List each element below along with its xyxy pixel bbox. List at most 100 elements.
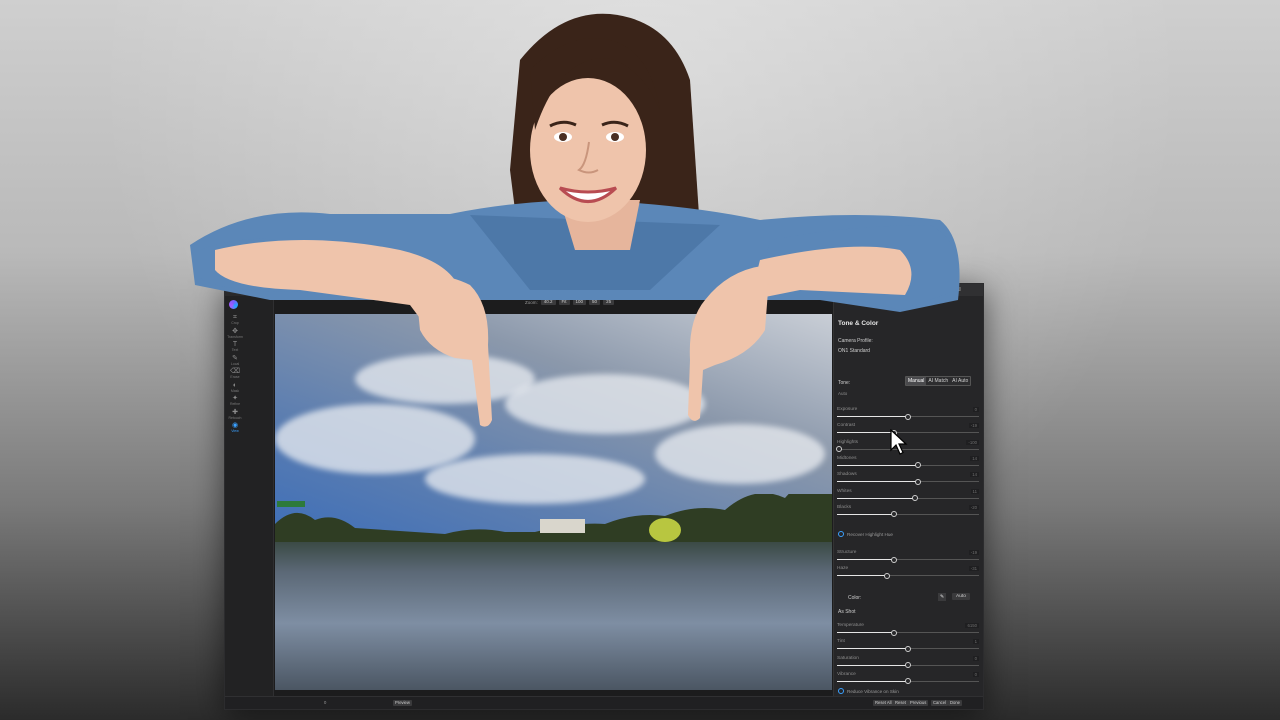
slider-fill (837, 664, 906, 666)
zoom-fit-button[interactable]: Fit (558, 299, 570, 305)
camera-profile-select[interactable]: ON1 Standard (838, 348, 870, 354)
slider-thumb[interactable] (914, 478, 921, 485)
white-balance-select[interactable]: As Shot (838, 609, 856, 615)
refine-icon: ✦ (232, 395, 238, 402)
preview-button[interactable]: Preview (393, 700, 412, 706)
slider-label: Tint (837, 639, 845, 645)
slider-fill (837, 648, 906, 650)
app-window: ON1 Photo RAW 2021 | _DSC1650.nef @ 40.2… (224, 283, 984, 710)
checkbox-circle-icon (838, 688, 844, 694)
slider-thumb[interactable] (891, 511, 898, 518)
done-button[interactable]: Done (948, 700, 963, 706)
zoom-100-button[interactable]: 100 (572, 299, 587, 305)
slider-value-field[interactable]: 6150 (965, 623, 979, 628)
slider-saturation[interactable]: Saturation 0 (837, 655, 981, 670)
local-tab[interactable]: Local (925, 284, 983, 296)
slider-value-field[interactable]: 0 (972, 655, 979, 661)
slider-label: Shadows (837, 472, 857, 478)
tool-retouch[interactable]: ✚ Retouch (227, 409, 243, 420)
zoom-50-button[interactable]: 50 (589, 299, 601, 305)
slider-track[interactable] (837, 448, 979, 450)
window-title: ON1 Photo RAW 2021 | _DSC1650.nef @ 40.2… (530, 285, 678, 291)
slider-highlights[interactable]: Highlights -100 (836, 439, 981, 454)
slider-value-field[interactable]: -19 (968, 550, 979, 555)
slider-vibrance[interactable]: Vibrance 0 (837, 671, 981, 686)
slider-thumb[interactable] (891, 629, 898, 636)
retouch-icon: ✚ (232, 408, 238, 416)
tone-manual-button[interactable]: Manual (906, 377, 927, 385)
slider-value-field[interactable]: 11 (970, 488, 979, 494)
slider-label: Exposure (837, 407, 858, 412)
reset-button[interactable]: Reset (893, 700, 908, 706)
tone-ai-match-button[interactable]: AI Match (926, 377, 951, 385)
tool-label: Local (230, 361, 240, 366)
slider-label: Midtones (837, 455, 857, 461)
slider-thumb[interactable] (905, 645, 911, 652)
slider-value-field[interactable]: 14 (970, 455, 979, 461)
tool-view[interactable]: ◉ View (227, 422, 243, 433)
zoom-value[interactable]: 40.2 (540, 299, 556, 305)
slider-thumb[interactable] (914, 462, 921, 469)
slider-thumb[interactable] (905, 662, 911, 669)
slider-tint[interactable]: Tint 1 (837, 639, 981, 653)
reduce-vibrance-skin-label: Reduce Vibrance on Skin (847, 688, 899, 694)
tool-crop[interactable]: ⌗ Crop (227, 314, 243, 325)
transform-icon: ✥ (232, 327, 238, 335)
photo-cloud (655, 424, 825, 484)
slider-thumb[interactable] (905, 678, 911, 685)
slider-contrast[interactable]: Contrast -19 (837, 423, 981, 437)
tone-label: Tone: (838, 380, 851, 386)
slider-value-field[interactable]: -100 (966, 439, 979, 445)
slider-midtones[interactable]: Midtones 14 (837, 455, 981, 470)
panel-title: Tone & Color (838, 320, 879, 327)
zoom-25-button[interactable]: 25 (603, 299, 615, 305)
tool-refine[interactable]: ✦ Refine (227, 395, 243, 406)
slider-value-field[interactable]: -31 (968, 566, 979, 572)
color-auto-button[interactable]: Auto (952, 593, 970, 600)
checkbox-circle-icon (838, 531, 844, 537)
slider-fill (837, 416, 906, 417)
cancel-button[interactable]: Cancel (931, 700, 949, 706)
slider-whites[interactable]: Whites 11 (837, 488, 981, 503)
reduce-vibrance-skin-checkbox[interactable]: Reduce Vibrance on Skin (838, 688, 899, 694)
bottom-bar: 0 Preview Reset All Reset Previous Cance… (225, 696, 983, 709)
local-brush-icon: ✎ (232, 354, 238, 362)
photo-canvas[interactable] (275, 314, 832, 690)
slider-fill (837, 632, 893, 633)
color-label: Color: (848, 595, 862, 601)
slider-value-field[interactable]: 0 (972, 671, 979, 677)
slider-label: Haze (837, 566, 849, 572)
recover-highlight-hue-checkbox[interactable]: Recover Highlight Hue (838, 531, 893, 537)
crop-icon: ⌗ (233, 314, 237, 321)
slider-value-field[interactable]: 14 (970, 472, 979, 478)
zoom-label: Zoom: (525, 299, 538, 305)
slider-shadows[interactable]: Shadows 14 (837, 472, 981, 486)
slider-thumb[interactable] (905, 413, 911, 420)
auto-label: Auto (838, 391, 848, 396)
pipette-icon[interactable]: ✎ (938, 593, 947, 601)
slider-thumb[interactable] (836, 446, 842, 453)
tool-mask[interactable]: ◐ Mask (227, 382, 243, 393)
tool-label: Crop (231, 321, 239, 325)
slider-fill (837, 559, 893, 560)
slider-structure[interactable]: Structure -19 (837, 550, 981, 564)
slider-value-field[interactable]: 1 (972, 639, 979, 645)
slider-haze[interactable]: Haze -31 (837, 566, 981, 580)
tone-ai-auto-button[interactable]: AI Auto (950, 377, 971, 385)
tool-transform[interactable]: ✥ Transform (227, 328, 243, 339)
slider-label: Temperature (837, 623, 864, 628)
reset-all-button[interactable]: Reset All (873, 700, 894, 706)
slider-exposure[interactable]: Exposure 0 (837, 407, 981, 421)
slider-thumb[interactable] (911, 495, 918, 501)
tool-local[interactable]: ✎ Local (227, 355, 243, 366)
slider-value-field[interactable]: -20 (968, 504, 979, 510)
slider-value-field[interactable]: -19 (968, 423, 979, 429)
tool-erase[interactable]: ⌫ Erase (227, 368, 243, 379)
tool-text[interactable]: T Text (227, 341, 243, 352)
slider-value-field[interactable]: 0 (972, 407, 979, 412)
previous-button[interactable]: Previous (908, 700, 929, 706)
slider-thumb[interactable] (884, 572, 891, 579)
slider-thumb[interactable] (891, 556, 898, 563)
slider-blacks[interactable]: Blacks -20 (837, 504, 981, 519)
slider-temperature[interactable]: Temperature 6150 (837, 623, 981, 637)
